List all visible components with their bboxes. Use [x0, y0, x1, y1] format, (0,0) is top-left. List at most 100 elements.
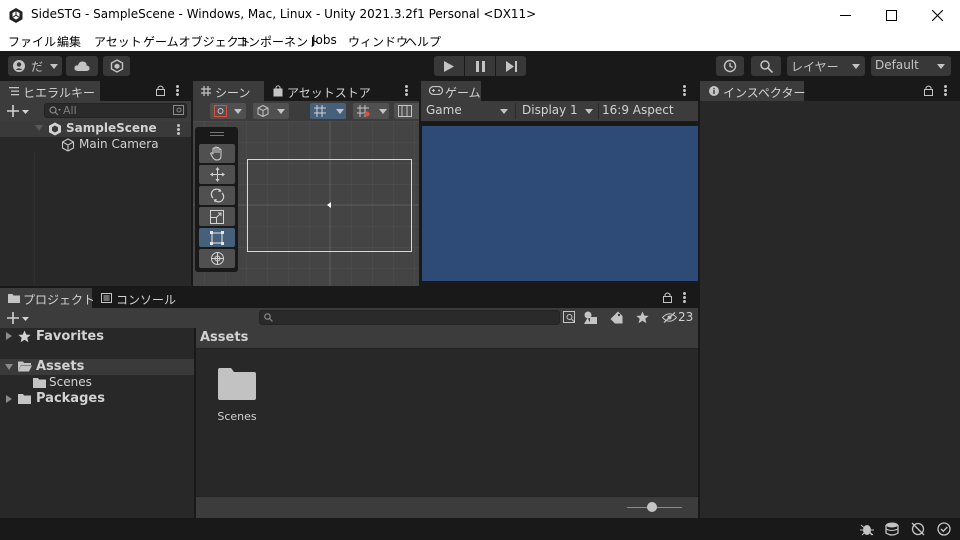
layout-label: Default [875, 58, 919, 72]
menu-component[interactable]: コンポーネント [236, 33, 320, 50]
minimize-button[interactable] [822, 0, 868, 31]
icon-size-slider-thumb[interactable] [647, 502, 657, 512]
more-options-icon[interactable] [683, 85, 686, 96]
maximize-icon [885, 10, 897, 21]
filter-icon[interactable] [173, 105, 185, 116]
menu-jobs[interactable]: Jobs [312, 33, 337, 47]
undo-history-button[interactable] [716, 56, 744, 76]
play-button[interactable] [434, 56, 464, 76]
game-mode-dropdown[interactable]: Game [421, 101, 514, 121]
menu-gameobject[interactable]: ゲームオブジェクト [143, 33, 251, 50]
menu-window[interactable]: ウィンドウ [348, 33, 408, 50]
search-icon [49, 106, 61, 116]
transform-tool-button[interactable] [199, 249, 235, 268]
cache-server-icon[interactable] [885, 522, 899, 536]
tab-console[interactable]: コンソール [93, 288, 176, 308]
tree-packages-label: Packages [36, 391, 105, 406]
close-icon [931, 10, 943, 21]
status-bar [0, 518, 960, 540]
chevron-down-icon [277, 109, 285, 114]
project-search-input[interactable] [259, 310, 560, 325]
window-title: SideSTG - SampleScene - Windows, Mac, Li… [31, 7, 537, 21]
move-tool-button[interactable] [199, 165, 235, 184]
favorite-star-icon[interactable] [636, 311, 649, 324]
hierarchy-item-main-camera[interactable]: Main Camera [0, 137, 191, 153]
lock-icon[interactable] [663, 292, 672, 303]
draw-mode-dropdown[interactable] [210, 103, 246, 119]
game-viewport[interactable] [422, 126, 698, 281]
tab-inspector-label: インスペクター [723, 86, 806, 100]
aspect-dropdown[interactable]: 16:9 Aspect [599, 101, 698, 121]
cloud-button[interactable] [66, 56, 98, 76]
progress-done-icon[interactable] [937, 522, 951, 536]
info-icon [709, 86, 719, 96]
expand-arrow-icon[interactable] [6, 332, 12, 340]
auto-generate-lighting-icon[interactable] [911, 522, 925, 536]
tab-asset-store[interactable]: アセットストア [265, 81, 377, 101]
scale-tool-button[interactable] [199, 207, 235, 226]
add-button[interactable] [7, 312, 29, 324]
tree-scenes[interactable]: Scenes [0, 375, 194, 391]
history-icon [723, 59, 737, 73]
hand-tool-button[interactable] [199, 144, 235, 163]
search-filter-icon[interactable] [563, 311, 576, 324]
2d-toggle-button[interactable] [310, 103, 346, 119]
gizmos-dropdown[interactable] [353, 103, 389, 119]
rect-tool-button[interactable] [199, 228, 235, 247]
tab-project[interactable]: プロジェクト [0, 288, 95, 308]
menu-edit[interactable]: 編集 [57, 33, 81, 50]
collapse-arrow-icon[interactable] [5, 364, 13, 370]
expand-arrow-icon[interactable] [35, 125, 43, 131]
more-options-icon[interactable] [944, 85, 947, 96]
chevron-down-icon [937, 64, 945, 69]
search-button[interactable] [751, 56, 781, 76]
drag-handle-icon[interactable] [210, 132, 224, 136]
close-button[interactable] [914, 0, 960, 31]
collab-button[interactable] [103, 56, 130, 76]
menu-help[interactable]: ヘルプ [405, 33, 441, 50]
tab-game[interactable]: ゲーム [421, 81, 481, 101]
tree-favorites[interactable]: Favorites [0, 328, 194, 346]
lock-icon[interactable] [156, 85, 165, 96]
add-button[interactable] [7, 105, 29, 117]
project-tabbar: プロジェクト コンソール [0, 288, 698, 308]
display-dropdown[interactable]: Display 1 [517, 101, 597, 121]
rotate-icon [210, 188, 225, 203]
breadcrumb-assets[interactable]: Assets [200, 330, 248, 345]
rotate-tool-button[interactable] [199, 186, 235, 205]
account-dropdown[interactable]: だ [8, 56, 62, 76]
scene-overlays-button[interactable] [394, 103, 419, 119]
layout-dropdown[interactable]: Default [871, 56, 951, 76]
hidden-packages-icon[interactable] [662, 312, 677, 323]
maximize-button[interactable] [868, 0, 914, 31]
menu-assets[interactable]: アセット [94, 33, 142, 50]
more-options-icon[interactable] [176, 85, 179, 96]
list-icon [9, 87, 19, 96]
rect-tool-icon [210, 230, 224, 245]
tree-packages[interactable]: Packages [0, 391, 194, 407]
asset-item[interactable]: Scenes [212, 364, 262, 430]
more-options-icon[interactable] [405, 85, 408, 96]
gamepad-icon [429, 86, 443, 95]
scene-tabbar: シーン アセットストア [193, 81, 419, 101]
hierarchy-search-input[interactable]: All [44, 103, 187, 118]
search-icon [264, 313, 273, 322]
label-tag-icon[interactable] [610, 311, 623, 324]
debug-bug-icon[interactable] [860, 522, 874, 536]
breadcrumb: Assets [196, 328, 698, 349]
hierarchy-scene-row[interactable]: SampleScene [0, 121, 191, 137]
tree-assets[interactable]: Assets [0, 359, 194, 375]
filter-by-type-icon[interactable] [584, 311, 598, 324]
layers-dropdown[interactable]: レイヤー [787, 56, 865, 76]
more-options-icon[interactable] [177, 124, 180, 135]
render-mode-dropdown[interactable] [253, 103, 289, 119]
more-options-icon[interactable] [683, 292, 686, 303]
tab-inspector[interactable]: インスペクター [700, 81, 806, 101]
lock-icon[interactable] [924, 85, 933, 96]
tab-hierarchy[interactable]: ヒエラルキー [0, 81, 100, 101]
tab-scene[interactable]: シーン [193, 81, 264, 101]
step-button[interactable] [496, 56, 526, 76]
expand-arrow-icon[interactable] [6, 395, 12, 403]
menu-file[interactable]: ファイル [8, 33, 56, 50]
pause-button[interactable] [465, 56, 495, 76]
